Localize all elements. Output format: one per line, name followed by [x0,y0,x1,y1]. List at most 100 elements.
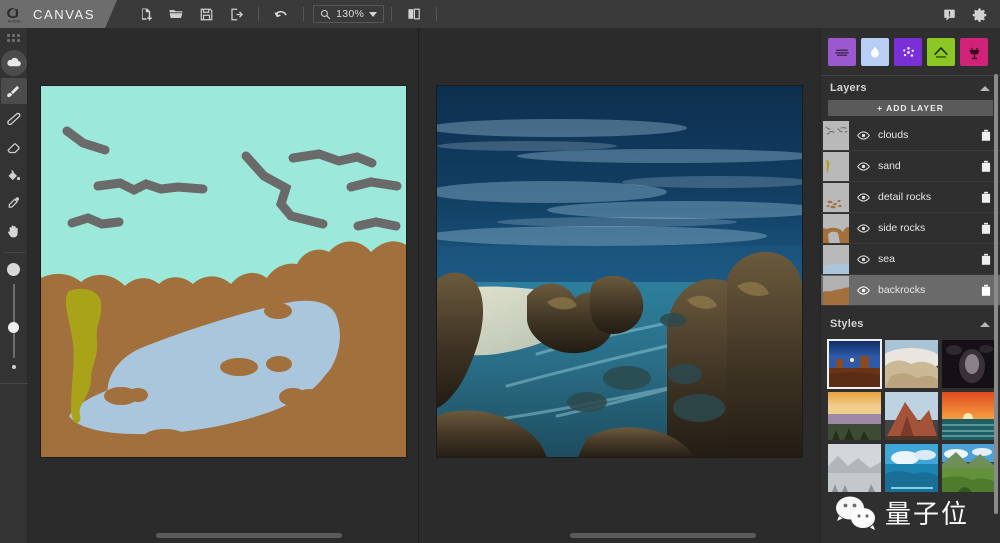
style-thumb-dark-cave[interactable] [942,340,995,388]
tool-pan[interactable] [1,218,27,244]
new-file-button[interactable] [131,0,161,28]
layers-header[interactable]: Layers [821,76,1000,100]
layers-title: Layers [830,82,867,94]
eye-icon[interactable] [854,129,872,142]
layer-name: sea [878,253,895,265]
save-file-button[interactable] [191,0,221,28]
layer-row-detail-rocks[interactable]: detail rocks [821,182,1000,213]
trash-icon[interactable] [978,222,994,235]
layer-row-sand[interactable]: sand [821,151,1000,182]
styles-header[interactable]: Styles [821,312,1000,336]
layer-row-sea[interactable]: sea [821,244,1000,275]
small-dot-icon [11,365,16,369]
export-button[interactable] [221,0,251,28]
trash-icon[interactable] [978,191,994,204]
layer-name: clouds [878,129,909,141]
toolbar-separator-2 [0,383,28,384]
style-thumb-golden-sunset[interactable] [828,392,881,440]
split-view-button[interactable] [399,0,429,28]
render-pane[interactable] [419,28,820,543]
paint-bucket-icon [8,169,21,180]
pen-stroke-icon [7,112,21,125]
material-ground[interactable] [828,38,856,66]
styles-grid [821,336,1000,500]
tool-pen[interactable] [1,106,27,132]
sketch-pane[interactable] [28,28,419,543]
trash-icon[interactable] [978,129,994,142]
settings-button[interactable] [964,0,994,28]
chevron-up-icon[interactable] [980,85,990,91]
material-mountain[interactable] [927,38,955,66]
mountain-icon [934,47,948,58]
eye-icon[interactable] [854,191,872,204]
app-brand: NVIDIA CANVAS [0,0,117,28]
main-body: Layers + ADD LAYER clouds sand detail ro… [0,28,1000,543]
nvidia-logo: NVIDIA [6,4,26,24]
style-thumb-white-rocks[interactable] [885,340,938,388]
sketch-canvas[interactable] [39,85,407,458]
layer-name: sand [878,160,901,172]
material-bush[interactable] [960,38,988,66]
material-snow[interactable] [894,38,922,66]
bush-icon [968,46,980,59]
layer-thumbnail [823,213,849,243]
tool-sidebar [0,28,28,543]
layer-thumbnail [823,120,849,150]
layers-list: clouds sand detail rocks side rocks sea … [821,120,1000,306]
layer-thumbnail [823,244,849,274]
style-thumb-red-mountain[interactable] [885,392,938,440]
render-canvas[interactable] [436,85,803,458]
panel-vscrollbar[interactable] [994,74,998,514]
brush-size-slider[interactable] [8,284,19,358]
eye-icon[interactable] [854,253,872,266]
layer-row-clouds[interactable]: clouds [821,120,1000,151]
layer-name: side rocks [878,222,926,234]
render-hscrollbar[interactable] [570,533,756,538]
chevron-down-icon [369,11,378,17]
cloud-icon [6,57,21,67]
style-thumb-green-valley[interactable] [942,444,995,492]
layer-row-backrocks[interactable]: backrocks [821,275,1000,306]
layer-thumbnail [823,151,849,181]
eye-icon[interactable] [854,222,872,235]
right-panel: Layers + ADD LAYER clouds sand detail ro… [820,28,1000,543]
paintbrush-icon [7,85,20,97]
trash-icon[interactable] [978,284,994,297]
tool-fill[interactable] [1,162,27,188]
open-file-button[interactable] [161,0,191,28]
sketch-hscrollbar[interactable] [156,533,342,538]
style-thumb-orange-sea[interactable] [942,392,995,440]
sketch-drawing [40,86,406,457]
file-actions-group: 130% [131,0,444,28]
trash-icon[interactable] [978,160,994,173]
layer-thumbnail [823,182,849,212]
tool-cloud[interactable] [0,50,27,76]
tool-grid[interactable] [7,34,20,42]
layer-name: detail rocks [878,191,932,203]
toolbar-divider [258,7,260,21]
styles-title: Styles [830,318,864,330]
eye-icon[interactable] [854,160,872,173]
trash-icon[interactable] [978,253,994,266]
magnifier-icon [321,9,331,19]
eye-icon[interactable] [854,284,872,297]
style-thumb-blue-beach[interactable] [885,444,938,492]
material-water[interactable] [861,38,889,66]
chevron-up-icon[interactable] [980,321,990,327]
large-dot-icon [7,263,20,276]
add-layer-button[interactable]: + ADD LAYER [828,100,993,116]
layer-name: backrocks [878,284,926,296]
tool-eyedropper[interactable] [1,190,27,216]
style-thumb-desert-night[interactable] [827,339,882,389]
zoom-control[interactable]: 130% [313,5,385,23]
undo-button[interactable] [266,0,296,28]
style-thumb-gray-lake[interactable] [828,444,881,492]
brush-size-handle[interactable] [8,322,19,333]
toolbar-separator [2,252,25,253]
material-swatches [821,28,1000,75]
layer-row-side-rocks[interactable]: side rocks [821,213,1000,244]
tool-brush[interactable] [0,78,27,104]
toolbar-divider-4 [436,7,438,21]
feedback-button[interactable] [934,0,964,28]
tool-eraser[interactable] [1,134,27,160]
